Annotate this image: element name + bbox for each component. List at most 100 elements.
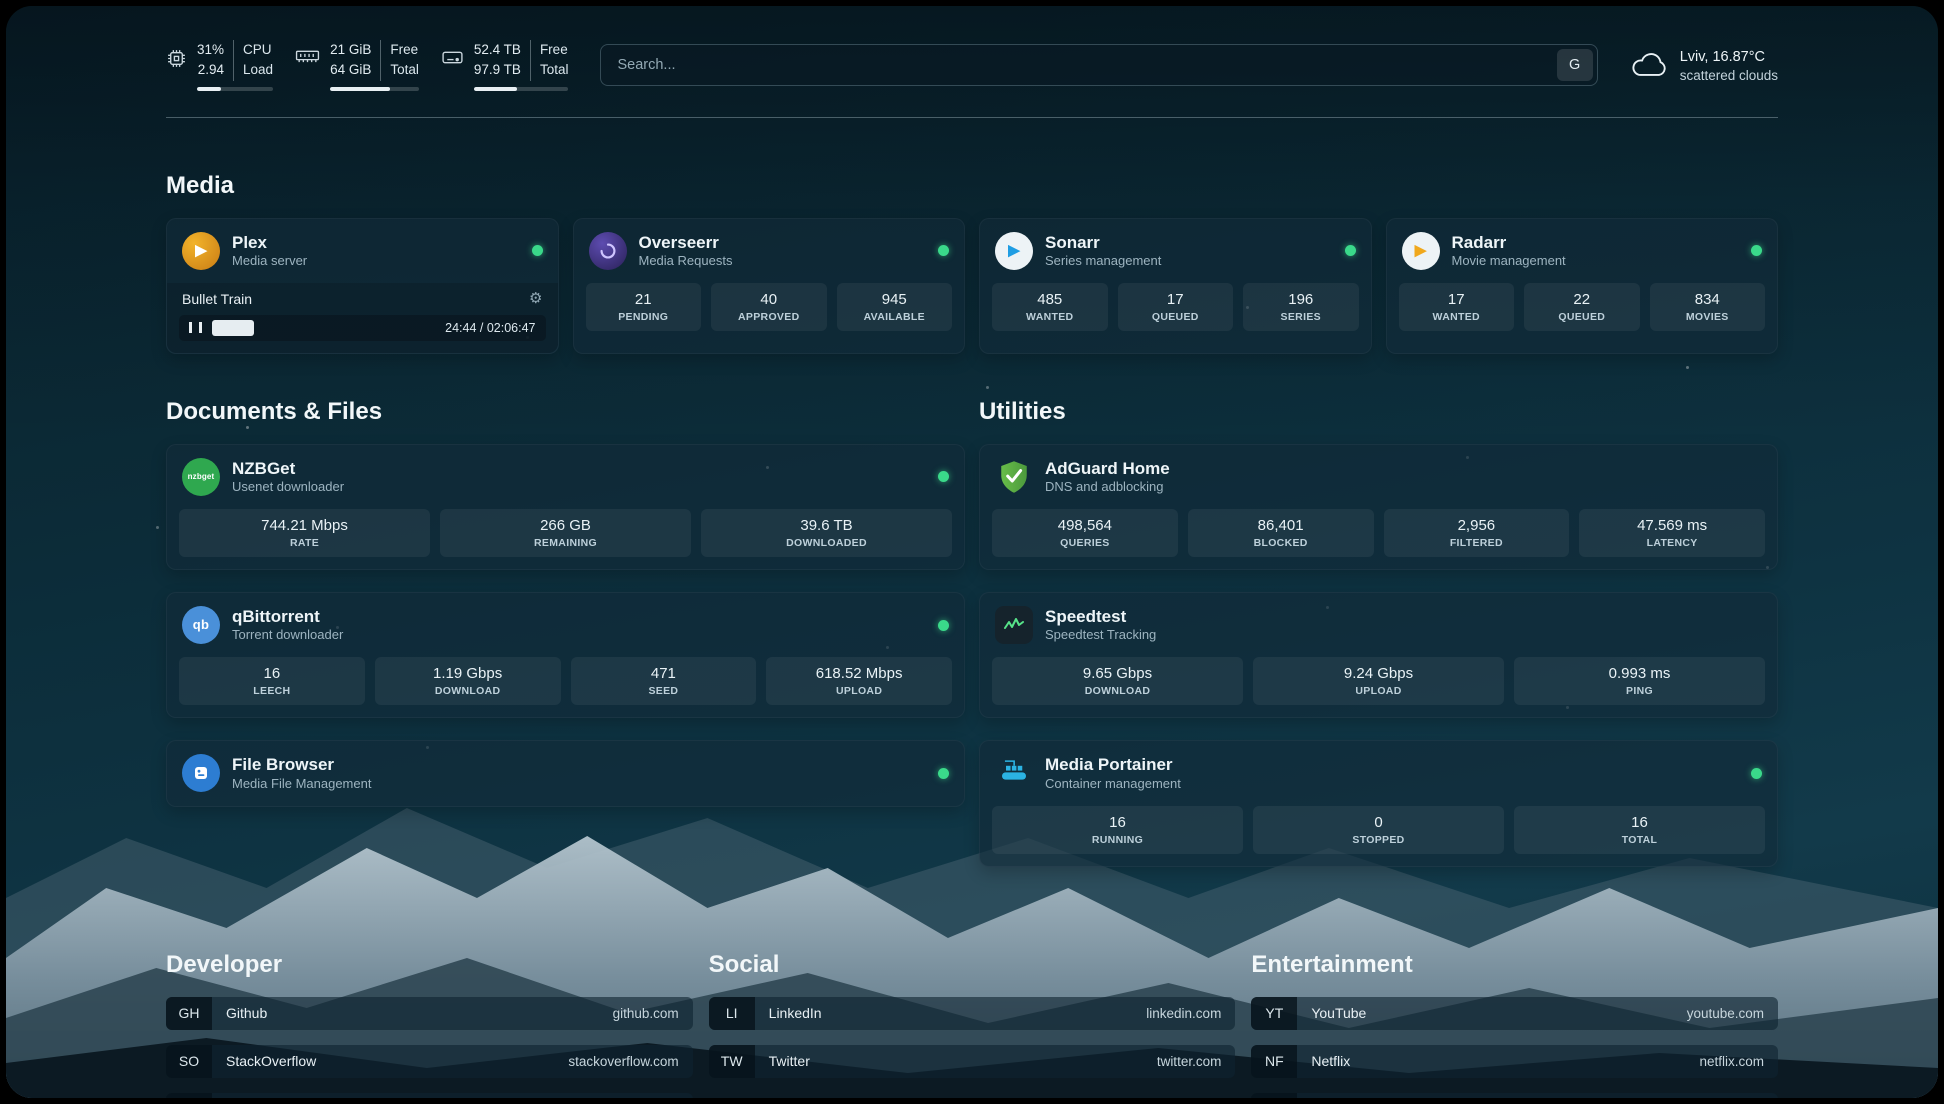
disk-progress-bar — [474, 87, 569, 91]
stat-queued: 17 QUEUED — [1118, 283, 1234, 331]
stat-blocked: 86,401 BLOCKED — [1188, 509, 1374, 557]
service-link-sonarr[interactable]: ▶ Sonarr Series management — [980, 219, 1371, 283]
stat-remaining: 266 GB REMAINING — [440, 509, 691, 557]
radarr-icon: ▶ — [1402, 232, 1440, 270]
stat-download: 1.19 Gbps DOWNLOAD — [375, 657, 561, 705]
overseerr-icon — [589, 232, 627, 270]
service-name: Sonarr — [1045, 232, 1161, 253]
playback-fill — [212, 320, 254, 336]
disk-free-label: Free — [540, 40, 569, 60]
service-card-sonarr: ▶ Sonarr Series management 485 WANTED 17 — [979, 218, 1372, 354]
service-desc: Speedtest Tracking — [1045, 627, 1156, 644]
service-desc: Media Requests — [639, 253, 733, 270]
section-utilities: Utilities AdGuard Home — [979, 398, 1778, 889]
bookmark-group-entertainment: Entertainment YT YouTube youtube.com NF … — [1251, 951, 1778, 1098]
status-dot — [938, 245, 949, 256]
disk-icon — [441, 48, 464, 67]
disk-progress-fill — [474, 87, 518, 91]
stat-download: 9.65 Gbps DOWNLOAD — [992, 657, 1243, 705]
bookmark-netflix[interactable]: NF Netflix netflix.com — [1251, 1045, 1778, 1078]
status-dot — [938, 768, 949, 779]
memory-total: 64 GiB — [330, 60, 371, 80]
stat-latency: 47.569 ms LATENCY — [1579, 509, 1765, 557]
stat-queued: 22 QUEUED — [1524, 283, 1640, 331]
service-link-plex[interactable]: ▶ Plex Media server — [167, 219, 558, 283]
service-link-portainer[interactable]: Media Portainer Container management — [980, 741, 1777, 805]
service-card-overseerr: Overseerr Media Requests 21 PENDING 40 A… — [573, 218, 966, 354]
stat-running: 16 RUNNING — [992, 806, 1243, 854]
search-bar: G — [600, 44, 1597, 86]
service-card-portainer: Media Portainer Container management 16 … — [979, 740, 1778, 866]
service-card-radarr: ▶ Radarr Movie management 17 WANTED 22 — [1386, 218, 1779, 354]
snow-specks — [6, 6, 9, 9]
bookmark-abbr: YT — [1251, 997, 1297, 1030]
playback-track — [212, 315, 435, 341]
disk-widget: 52.4 TB 97.9 TB Free Total — [441, 40, 569, 91]
section-media: Media ▶ Plex Media server — [166, 172, 1778, 354]
adguard-icon — [995, 458, 1033, 496]
bookmark-url: stackoverflow.com — [568, 1054, 692, 1069]
service-card-adguard: AdGuard Home DNS and adblocking 498,564 … — [979, 444, 1778, 570]
service-link-filebrowser[interactable]: File Browser Media File Management — [167, 741, 964, 805]
playback-progress-bar: 24:44 / 02:06:47 — [179, 315, 546, 341]
service-link-overseerr[interactable]: Overseerr Media Requests — [574, 219, 965, 283]
nzbget-icon: nzbget — [182, 458, 220, 496]
plex-now-playing: Bullet Train ⚙ 24:44 / 02:06:47 — [167, 283, 558, 353]
sonarr-icon: ▶ — [995, 232, 1033, 270]
bookmark-twitter[interactable]: TW Twitter twitter.com — [709, 1045, 1236, 1078]
bookmark-name: Netflix — [1297, 1053, 1350, 1069]
gear-icon[interactable]: ⚙ — [529, 291, 542, 306]
service-desc: Torrent downloader — [232, 627, 343, 644]
cpu-progress-bar — [197, 87, 273, 91]
bookmark-youtube[interactable]: YT YouTube youtube.com — [1251, 997, 1778, 1030]
service-link-nzbget[interactable]: nzbget NZBGet Usenet downloader — [167, 445, 964, 509]
cpu-icon — [166, 48, 187, 69]
service-card-nzbget: nzbget NZBGet Usenet downloader 744.21 M… — [166, 444, 965, 570]
resource-widgets: 31% 2.94 CPU Load — [166, 40, 568, 91]
stat-rate: 744.21 Mbps RATE — [179, 509, 430, 557]
top-bar: 31% 2.94 CPU Load — [166, 6, 1778, 91]
media-section-title: Media — [166, 172, 1778, 200]
stat-queries: 498,564 QUERIES — [992, 509, 1178, 557]
service-link-adguard[interactable]: AdGuard Home DNS and adblocking — [980, 445, 1777, 509]
bookmark-name: YouTube — [1297, 1005, 1366, 1021]
disk-free: 52.4 TB — [474, 40, 521, 60]
filebrowser-icon — [182, 754, 220, 792]
service-name: NZBGet — [232, 458, 344, 479]
status-dot — [938, 471, 949, 482]
service-link-qbittorrent[interactable]: qb qBittorrent Torrent downloader — [167, 593, 964, 657]
stat-upload: 9.24 Gbps UPLOAD — [1253, 657, 1504, 705]
service-link-radarr[interactable]: ▶ Radarr Movie management — [1387, 219, 1778, 283]
bookmark-abbr: LI — [709, 997, 755, 1030]
bookmark-url: netflix.com — [1699, 1054, 1778, 1069]
search-provider-button[interactable]: G — [1557, 49, 1593, 81]
stat-filtered: 2,956 FILTERED — [1384, 509, 1570, 557]
playback-time: 24:44 / 02:06:47 — [445, 321, 535, 335]
dashboard-screen: 31% 2.94 CPU Load — [6, 6, 1938, 1098]
stat-seed: 471 SEED — [571, 657, 757, 705]
stat-approved: 40 APPROVED — [711, 283, 827, 331]
service-link-speedtest[interactable]: Speedtest Speedtest Tracking — [980, 593, 1777, 657]
bookmark-abbr: SO — [166, 1045, 212, 1078]
service-name: Media Portainer — [1045, 754, 1181, 775]
service-card-speedtest: Speedtest Speedtest Tracking 9.65 Gbps D… — [979, 592, 1778, 718]
now-playing-title: Bullet Train — [182, 291, 252, 307]
portainer-icon — [995, 754, 1033, 792]
cpu-load: 2.94 — [198, 60, 224, 80]
bookmark-group-social: Social LI LinkedIn linkedin.com TW Twitt… — [709, 951, 1236, 1098]
cpu-progress-fill — [197, 87, 221, 91]
bookmark-url: youtube.com — [1687, 1006, 1778, 1021]
memory-widget: 21 GiB 64 GiB Free Total — [295, 40, 419, 91]
bookmark-github[interactable]: GH Github github.com — [166, 997, 693, 1030]
service-desc: DNS and adblocking — [1045, 479, 1170, 496]
search-input[interactable] — [600, 44, 1597, 86]
developer-section-title: Developer — [166, 951, 693, 979]
bookmark-name: StackOverflow — [212, 1053, 316, 1069]
bookmark-stackoverflow[interactable]: SO StackOverflow stackoverflow.com — [166, 1045, 693, 1078]
status-dot — [1345, 245, 1356, 256]
bookmark-reddit[interactable]: RE Reddit reddit.com — [1251, 1093, 1778, 1098]
bookmark-dev[interactable]: DT DEV dev.to — [166, 1093, 693, 1098]
bookmark-linkedin[interactable]: LI LinkedIn linkedin.com — [709, 997, 1236, 1030]
service-desc: Container management — [1045, 776, 1181, 793]
qbittorrent-icon: qb — [182, 606, 220, 644]
